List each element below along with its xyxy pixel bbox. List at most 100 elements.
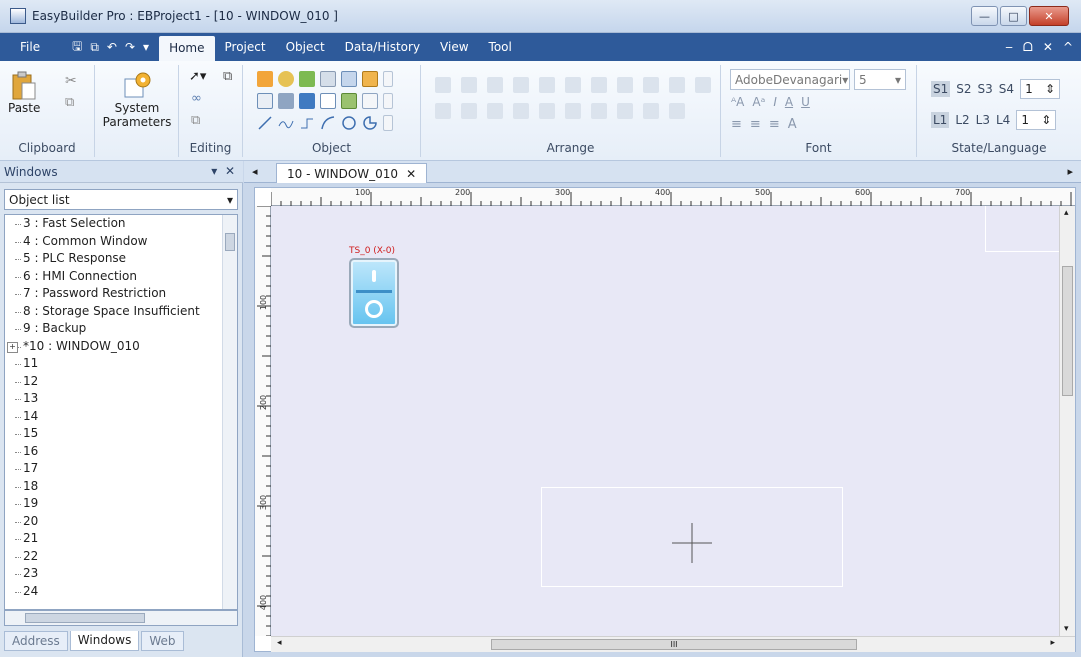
link-icon[interactable]: ∞ xyxy=(191,91,202,106)
tab-address[interactable]: Address xyxy=(4,631,68,651)
group-icon[interactable]: ⧉ xyxy=(223,69,232,84)
tree-item[interactable]: 11 xyxy=(5,355,237,373)
numeric-icon[interactable] xyxy=(320,71,336,87)
mdi-restore-icon[interactable]: ᗝ xyxy=(1023,40,1033,55)
text-effect-icon[interactable]: A xyxy=(788,117,797,132)
tree-item[interactable]: 16 xyxy=(5,443,237,461)
distribute-v-icon[interactable] xyxy=(461,103,477,119)
tree-item[interactable]: 20 xyxy=(5,513,237,531)
tree-item[interactable]: 22 xyxy=(5,548,237,566)
tree-item[interactable]: 21 xyxy=(5,530,237,548)
toggle-switch-body[interactable] xyxy=(349,258,399,328)
underline-icon[interactable]: U xyxy=(801,95,810,109)
object-more-icon[interactable] xyxy=(383,115,393,131)
tab-data-history[interactable]: Data/History xyxy=(335,33,430,61)
align-middle-icon[interactable] xyxy=(539,77,555,93)
tree-item[interactable]: 7 : Password Restriction xyxy=(5,285,237,303)
canvas-vertical-scrollbar[interactable]: ▴ ▾ xyxy=(1059,206,1075,636)
lock-icon[interactable] xyxy=(539,103,555,119)
tree-item[interactable]: 4 : Common Window xyxy=(5,233,237,251)
lang-l3[interactable]: L3 xyxy=(976,113,990,127)
state-s2[interactable]: S2 xyxy=(956,82,971,96)
pin-icon[interactable] xyxy=(695,77,711,93)
tree-scroll-thumb[interactable] xyxy=(225,233,235,251)
close-tab-icon[interactable]: ✕ xyxy=(406,167,416,181)
layer-icon[interactable] xyxy=(591,103,607,119)
tree-vertical-scrollbar[interactable] xyxy=(222,215,237,609)
scroll-right-icon[interactable]: ▸ xyxy=(1050,638,1055,648)
same-height-icon[interactable] xyxy=(617,77,633,93)
align-center-icon[interactable] xyxy=(461,77,477,93)
cut-icon[interactable]: ✂ xyxy=(65,73,77,89)
align-bottom-icon[interactable] xyxy=(565,77,581,93)
state-s4[interactable]: S4 xyxy=(999,82,1014,96)
favorite-object-icon[interactable] xyxy=(257,71,273,87)
save-icon[interactable]: 🖫 xyxy=(72,37,82,58)
bit-lamp-icon[interactable] xyxy=(278,71,294,87)
minimize-button[interactable]: — xyxy=(971,6,998,26)
tab-windows[interactable]: Windows xyxy=(69,631,140,651)
tree-item[interactable]: 5 : PLC Response xyxy=(5,250,237,268)
align-text-center-icon[interactable]: ≡ xyxy=(750,117,761,132)
bring-front-icon[interactable] xyxy=(617,103,633,119)
language-spinner[interactable]: 1 ⇕ xyxy=(1016,110,1057,130)
connector-icon[interactable] xyxy=(299,115,315,131)
fit-icon[interactable] xyxy=(669,77,685,93)
align-text-right-icon[interactable]: ≡ xyxy=(769,117,780,132)
tree-item[interactable]: 19 xyxy=(5,495,237,513)
canvas-horizontal-scrollbar[interactable]: ◂ III ▸ xyxy=(271,636,1075,652)
tab-web[interactable]: Web xyxy=(141,631,184,651)
tree-item[interactable]: 8 : Storage Space Insufficient xyxy=(5,303,237,321)
increase-font-icon[interactable]: ᴬA xyxy=(731,95,744,109)
state-s3[interactable]: S3 xyxy=(978,82,993,96)
circle-icon[interactable] xyxy=(341,115,357,131)
panel-close-icon[interactable]: ✕ xyxy=(225,164,235,178)
tree-item[interactable]: 23 xyxy=(5,565,237,583)
font-size-select[interactable]: 5 ▾ xyxy=(854,69,906,90)
canvas-vscroll-thumb[interactable] xyxy=(1062,266,1073,396)
tree-item[interactable]: 12 xyxy=(5,373,237,391)
tree-item[interactable]: 15 xyxy=(5,425,237,443)
dropdown-icon[interactable]: ▾ xyxy=(143,40,149,54)
tree-item[interactable]: 6 : HMI Connection xyxy=(5,268,237,286)
tab-tool[interactable]: Tool xyxy=(479,33,522,61)
scroll-left-icon[interactable]: ◂ xyxy=(277,638,282,648)
maximize-button[interactable]: □ xyxy=(1000,6,1027,26)
collapse-ribbon-icon[interactable]: ^ xyxy=(1063,40,1073,54)
undo-icon[interactable]: ↶ xyxy=(107,40,117,54)
close-button[interactable]: ✕ xyxy=(1029,6,1069,26)
tree-item[interactable]: 9 : Backup xyxy=(5,320,237,338)
align-top-icon[interactable] xyxy=(513,77,529,93)
pie-icon[interactable] xyxy=(362,115,378,131)
switch-object-icon[interactable] xyxy=(278,93,294,109)
copy-icon[interactable]: ⧉ xyxy=(65,95,74,110)
paste-button[interactable]: Paste xyxy=(8,71,40,115)
tab-window-010[interactable]: 10 - WINDOW_010 ✕ xyxy=(276,163,428,183)
tab-scroll-left-icon[interactable]: ◂ xyxy=(252,165,258,178)
tree-item[interactable]: 14 xyxy=(5,408,237,426)
align-left-icon[interactable] xyxy=(435,77,451,93)
font-color-icon[interactable]: A xyxy=(785,95,793,109)
arc-icon[interactable] xyxy=(320,115,336,131)
group-objects-icon[interactable] xyxy=(487,103,503,119)
line-icon[interactable] xyxy=(257,115,273,131)
scroll-down-icon[interactable]: ▾ xyxy=(1064,624,1069,634)
data-display-icon[interactable] xyxy=(362,71,378,87)
tree-horizontal-scrollbar[interactable] xyxy=(4,610,238,626)
lang-l1[interactable]: L1 xyxy=(931,112,950,128)
redo-icon[interactable]: ↷ xyxy=(125,40,135,54)
tab-view[interactable]: View xyxy=(430,33,478,61)
object-list-select[interactable]: Object list ▾ xyxy=(4,189,238,210)
tree-item[interactable]: 3 : Fast Selection xyxy=(5,215,237,233)
rotate-icon[interactable] xyxy=(565,103,581,119)
flip-icon[interactable] xyxy=(669,103,685,119)
tree-item[interactable]: 24 xyxy=(5,583,237,601)
mdi-close-icon[interactable]: ✕ xyxy=(1043,40,1053,54)
toggle-switch-object[interactable]: TS_0 (X-0) xyxy=(349,246,399,328)
slide-object-icon[interactable] xyxy=(299,93,315,109)
save-all-icon[interactable]: ⧉ xyxy=(90,40,99,55)
font-name-select[interactable]: AdobeDevanagari ▾ xyxy=(730,69,850,90)
system-parameters-button[interactable]: System Parameters xyxy=(103,71,171,129)
tree-hscroll-thumb[interactable] xyxy=(25,613,145,623)
decrease-font-icon[interactable]: Aᵃ xyxy=(752,95,765,109)
